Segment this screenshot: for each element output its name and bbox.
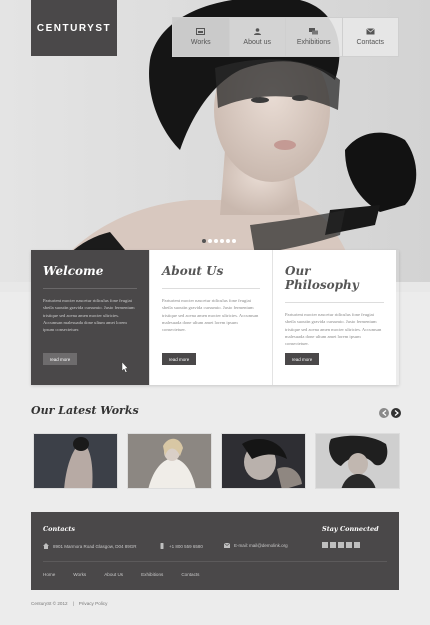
slider-pagination <box>202 239 236 243</box>
welcome-read-more-button[interactable]: read more <box>43 353 77 365</box>
footer-email-label: E-mail: <box>234 543 249 548</box>
phone-icon <box>160 543 164 549</box>
user-icon <box>253 28 261 35</box>
welcome-title: Welcome <box>43 264 137 289</box>
footer-email: E-mail: mail@demolink.org <box>224 543 288 548</box>
flickr-icon[interactable] <box>346 542 352 548</box>
nav-item-about[interactable]: About us <box>230 18 286 56</box>
copyright-text: CenturySt © 2012 <box>31 601 68 606</box>
slider-dot[interactable] <box>214 239 218 243</box>
about-us-box: About Us Parturient mocter nascetur ridi… <box>150 250 273 385</box>
hero-slider: CENTURYST Works About us Exhibitions Con… <box>0 0 430 292</box>
privacy-policy-link[interactable]: Privacy Policy <box>79 601 108 606</box>
work-thumbnail[interactable] <box>33 433 118 489</box>
work-thumbnail[interactable] <box>315 433 400 489</box>
philosophy-text: Parturient mocter nascetur ridiculus fon… <box>285 312 382 347</box>
footer-contacts-title: Contacts <box>43 525 76 533</box>
philosophy-read-more-button[interactable]: read more <box>285 353 319 365</box>
nav-item-contacts[interactable]: Contacts <box>343 18 399 56</box>
footer-link-home[interactable]: Home <box>43 572 55 577</box>
home-icon <box>43 543 49 549</box>
latest-works-title: Our Latest Works <box>31 404 139 417</box>
facebook-icon[interactable] <box>330 542 336 548</box>
slider-dot[interactable] <box>208 239 212 243</box>
copyright: CenturySt © 2012 | Privacy Policy <box>31 601 107 606</box>
welcome-box: Welcome Parturient mocter nascetur ridic… <box>31 250 150 385</box>
image-icon <box>196 28 206 35</box>
footer-link-about[interactable]: About Us <box>104 572 123 577</box>
work-image <box>316 434 399 488</box>
slider-dot[interactable] <box>232 239 236 243</box>
work-image <box>34 434 117 488</box>
mail-icon <box>365 28 375 35</box>
carousel-next-button[interactable] <box>391 408 401 418</box>
logo[interactable]: CENTURYST <box>31 0 117 56</box>
info-boxes: Welcome Parturient mocter nascetur ridic… <box>31 250 399 385</box>
mouse-pointer-icon <box>121 362 129 373</box>
work-image <box>222 434 305 488</box>
about-us-title: About Us <box>162 264 260 289</box>
work-thumbnail[interactable] <box>221 433 306 489</box>
philosophy-title: Our Philosophy <box>285 264 384 303</box>
chevron-left-icon <box>381 410 386 416</box>
nav-label-exhibitions: Exhibitions <box>296 39 331 46</box>
welcome-text: Parturient mocter nascetur ridiculus fon… <box>43 298 135 333</box>
footer-stay-connected-title: Stay Connected <box>322 525 379 533</box>
nav-label-contacts: Contacts <box>356 39 385 46</box>
slider-dot[interactable] <box>220 239 224 243</box>
footer-phone-text: +1 800 559 6580 <box>169 543 203 549</box>
social-links <box>322 542 360 548</box>
work-image <box>128 434 211 488</box>
footer-link-exhibitions[interactable]: Exhibitions <box>141 572 163 577</box>
nav-item-works[interactable]: Works <box>173 18 230 56</box>
slider-dot[interactable] <box>226 239 230 243</box>
about-us-text: Parturient mocter nascetur ridiculus fon… <box>162 298 259 333</box>
about-us-read-more-button[interactable]: read more <box>162 353 196 365</box>
nav-item-exhibitions[interactable]: Exhibitions <box>286 18 343 56</box>
footer-address-text: 8901 Marmora Road Glasgow, D04 89GR <box>53 543 137 549</box>
footer-phone: +1 800 559 6580 <box>159 543 203 549</box>
twitter-icon[interactable] <box>322 542 328 548</box>
nav-label-about: About us <box>243 39 272 46</box>
footer: Contacts Stay Connected 8901 Marmora Roa… <box>31 512 399 590</box>
rss-icon[interactable] <box>338 542 344 548</box>
footer-email-link[interactable]: mail@demolink.org <box>249 543 288 548</box>
carousel-prev-button[interactable] <box>379 408 389 418</box>
footer-divider <box>43 561 387 562</box>
work-thumbnail[interactable] <box>127 433 212 489</box>
copyright-separator: | <box>72 601 74 606</box>
philosophy-box: Our Philosophy Parturient mocter nascetu… <box>273 250 396 385</box>
nav-label-works: Works <box>190 39 211 46</box>
chat-icon <box>309 28 319 35</box>
carousel-controls <box>379 408 401 418</box>
footer-link-works[interactable]: Works <box>73 572 86 577</box>
mail-icon <box>224 543 230 548</box>
slider-dot[interactable] <box>202 239 206 243</box>
footer-nav: Home Works About Us Exhibitions Contacts <box>43 572 199 577</box>
works-gallery <box>33 433 400 489</box>
footer-address: 8901 Marmora Road Glasgow, D04 89GR <box>43 543 137 549</box>
main-nav: Works About us Exhibitions Contacts <box>172 17 399 57</box>
skype-icon[interactable] <box>354 542 360 548</box>
logo-text: CENTURYST <box>36 22 112 34</box>
footer-link-contacts[interactable]: Contacts <box>181 572 199 577</box>
chevron-right-icon <box>394 410 399 416</box>
